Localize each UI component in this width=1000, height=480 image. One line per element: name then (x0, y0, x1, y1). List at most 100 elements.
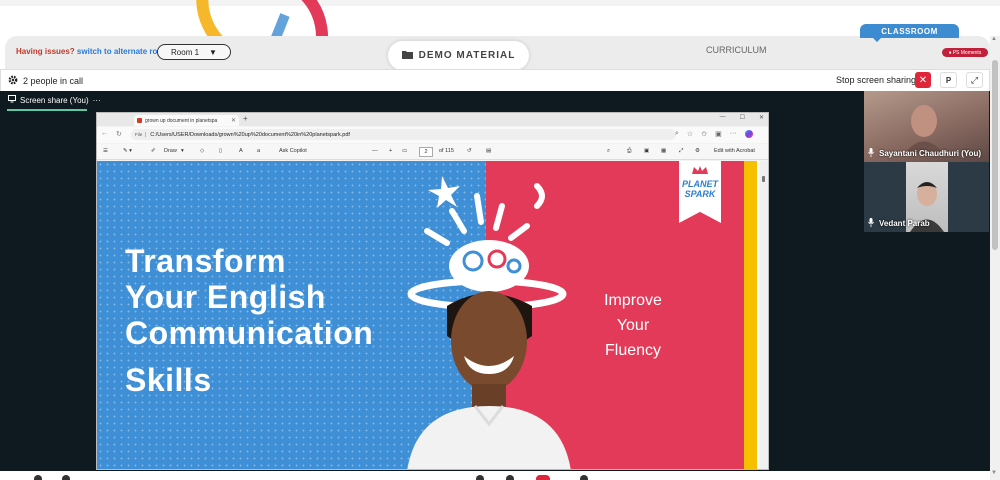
new-tab-icon[interactable]: + (243, 114, 248, 123)
headline-line-2: Your English (125, 279, 326, 315)
scroll-down-icon[interactable]: ▼ (991, 470, 997, 476)
stop-share-button[interactable]: ✕ (915, 72, 931, 88)
mic-icon (868, 218, 874, 229)
edit-acrobat-button[interactable]: Edit with Acrobat (714, 148, 755, 154)
participant-1-silhouette (904, 105, 944, 154)
scroll-up-icon[interactable]: ▲ (991, 36, 997, 42)
file-chip: File (135, 132, 147, 137)
star-icon[interactable]: ☆ (687, 130, 693, 138)
screen-share-tab[interactable]: Screen share (You) ··· (8, 95, 101, 105)
print-icon[interactable]: ⎙ (627, 148, 631, 155)
headline-line-4: Skills (125, 362, 212, 398)
view-icon[interactable]: ▯ (219, 148, 222, 154)
app-root: Having issues? switch to alternate room … (0, 0, 1000, 480)
fullscreen-button[interactable]: ⤢ (966, 72, 983, 88)
demo-material-button[interactable]: DEMO MATERIAL (388, 41, 529, 70)
participant-tile-1[interactable]: Sayantani Chaudhuri (You) (864, 91, 989, 162)
minimize-icon[interactable]: — (720, 114, 726, 121)
brand-line-1: PLANET (682, 179, 718, 189)
draw-label[interactable]: Draw (164, 148, 177, 154)
eraser-icon[interactable]: ◇ (200, 148, 204, 154)
menu-dots-icon[interactable]: ··· (730, 130, 737, 138)
stop-share-label: Stop screen sharing (836, 75, 917, 85)
fit-page-icon[interactable]: ▭ (402, 148, 407, 154)
read-aloud-icon[interactable]: A (239, 148, 243, 154)
tab-classroom[interactable]: CLASSROOM (860, 24, 959, 38)
highlight-icon[interactable]: ✎ ▾ (123, 148, 132, 154)
demo-material-label: DEMO MATERIAL (418, 50, 516, 61)
browser-tab-title: grown up document in planetspa (145, 117, 218, 124)
expand-icon: ⤢ (970, 74, 979, 85)
zoom-out-icon[interactable]: — (372, 148, 378, 154)
improve-line-1: Improve (604, 292, 662, 309)
room-select-value: Room 1 (171, 47, 200, 57)
brand-text: PLANET SPARK (679, 179, 721, 199)
improve-line-2: Your (616, 317, 650, 334)
participant-2-label: Vedant Parab (868, 218, 930, 229)
copilot-icon[interactable] (744, 130, 753, 138)
page-scroll-thumb[interactable] (992, 60, 998, 250)
pdf-scroll-thumb[interactable] (762, 176, 765, 182)
issue-text: Having issues? switch to alternate room (16, 47, 169, 56)
translate-icon[interactable]: a (257, 148, 260, 154)
pdf-scrollbar[interactable] (760, 161, 768, 469)
draw-caret-icon[interactable]: ▾ (181, 148, 184, 154)
screen-share-icon (8, 95, 16, 105)
search-icon[interactable]: ⌕ (607, 148, 610, 155)
bottom-icon-2[interactable] (62, 475, 70, 480)
folder-icon (401, 50, 413, 62)
more-icon[interactable]: ··· (93, 96, 101, 105)
screen-share-label: Screen share (You) (20, 95, 89, 105)
participant-tile-2[interactable]: Vedant Parab (864, 162, 989, 232)
bottom-icon-3[interactable] (476, 475, 484, 480)
record-icon: ● (948, 49, 952, 56)
back-icon[interactable]: ← (101, 130, 108, 138)
bottom-icon-4[interactable] (506, 475, 514, 480)
ps-moments-button[interactable]: ● PS Moments (942, 48, 988, 57)
draw-icon[interactable]: ✐ (151, 148, 156, 154)
window-close-icon[interactable]: ✕ (759, 114, 764, 121)
tab-close-icon[interactable]: ✕ (231, 117, 236, 124)
window-controls: — ☐ ✕ (720, 114, 764, 121)
nav-icons: ← ↻ (101, 130, 122, 138)
room-select[interactable]: Room 1 ▼ (157, 44, 231, 60)
contents-icon[interactable]: ☰ (103, 148, 108, 154)
alternate-room-link[interactable]: switch to alternate room (77, 47, 169, 56)
person-illustration (407, 176, 571, 469)
pdf-toolbar: ☰ ✎ ▾ ✐ Draw ▾ ◇ ▯ A a Ask Copilot — + ▭… (97, 144, 768, 160)
people-count-label: 2 people in call (23, 76, 84, 86)
headline-line-1: Transform (125, 243, 286, 279)
address-bar-row: ← ↻ File C:/Users/USER/Downloads/grown%2… (97, 127, 768, 143)
ask-copilot-button[interactable]: Ask Copilot (279, 148, 307, 154)
maximize-icon[interactable]: ☐ (740, 114, 745, 121)
classroom-tab-pointer (872, 37, 882, 42)
save-icon[interactable]: ▣ (644, 148, 649, 154)
zoom-icon[interactable]: ⌕ (675, 130, 679, 138)
issue-prefix: Having issues? (16, 47, 75, 56)
favorites-icon[interactable]: ✩ (701, 130, 707, 138)
bottom-icon-5[interactable] (536, 475, 550, 480)
pdf-page: Transform Your English Communication Ski… (97, 161, 759, 469)
participant-1-name: Sayantani Chaudhuri (You) (879, 149, 982, 158)
refresh-icon[interactable]: ↻ (116, 130, 122, 138)
people-count: 2 people in call (8, 75, 83, 87)
collections-icon[interactable]: ▣ (715, 130, 722, 138)
bottom-icon-1[interactable] (34, 475, 42, 480)
rotate-icon[interactable]: ↺ (467, 148, 472, 154)
settings-icon[interactable]: ⚙ (695, 148, 700, 154)
page-view-icon[interactable]: ▤ (486, 148, 491, 154)
address-bar[interactable]: File C:/Users/USER/Downloads/grown%20up%… (131, 129, 676, 140)
tab-curriculum[interactable]: CURRICULUM (706, 45, 767, 55)
gear-icon[interactable] (8, 75, 18, 87)
zoom-in-icon[interactable]: + (389, 148, 392, 154)
browser-tab[interactable]: grown up document in planetspa ✕ (134, 115, 239, 126)
pip-button[interactable]: P (940, 72, 957, 88)
save-as-icon[interactable]: ▦ (661, 148, 666, 154)
fullscreen-pdf-icon[interactable]: ⤢ (679, 148, 683, 155)
page-number-input[interactable]: 2 (419, 147, 433, 157)
ps-moments-label: PS Moments (952, 49, 982, 56)
bottom-toolbar (0, 471, 990, 480)
brand-line-2: SPARK (684, 189, 716, 199)
participant-2-name: Vedant Parab (879, 219, 930, 228)
bottom-icon-6[interactable] (580, 475, 588, 480)
